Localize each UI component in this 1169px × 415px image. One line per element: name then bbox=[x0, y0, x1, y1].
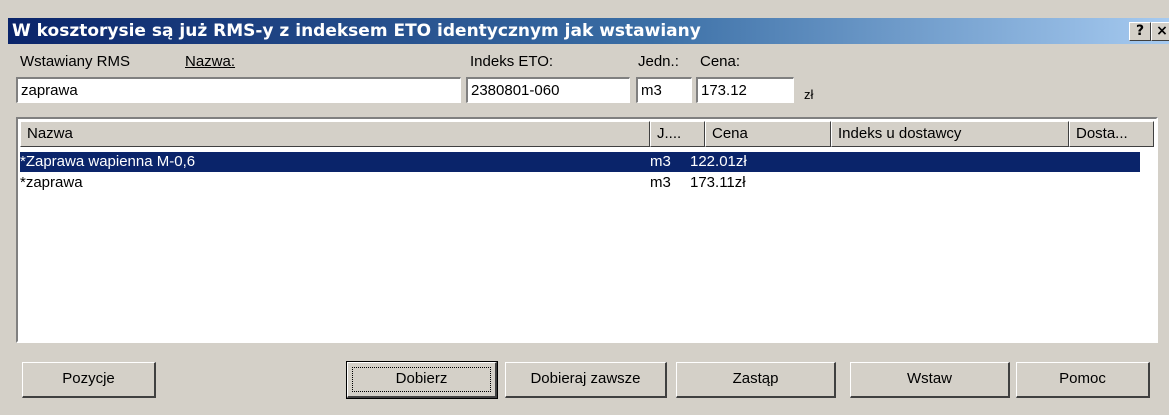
replace-button[interactable]: Zastąp bbox=[676, 362, 836, 398]
positions-button[interactable]: Pozycje bbox=[22, 362, 156, 398]
column-header-name[interactable]: Nazwa bbox=[20, 121, 650, 147]
rms-label: Wstawiany RMS bbox=[20, 53, 131, 70]
matching-rms-list[interactable]: Nazwa J.... Cena Indeks u dostawcy Dosta… bbox=[16, 117, 1158, 343]
list-item[interactable]: *Zaprawa wapienna M-0,6 m3 122.01zł bbox=[19, 151, 1141, 173]
item-price: 173.11zł bbox=[690, 174, 746, 191]
item-name: *zaprawa bbox=[20, 174, 83, 191]
insert-button[interactable]: Wstaw bbox=[850, 362, 1010, 398]
title-bar: W kosztorysie są już RMS-y z indeksem ET… bbox=[8, 18, 1169, 44]
currency-label: zł bbox=[804, 87, 814, 102]
name-label: Nazwa: bbox=[185, 53, 236, 70]
eto-label: Indeks ETO: bbox=[470, 53, 554, 70]
unit-input[interactable]: m3 bbox=[636, 77, 692, 103]
item-unit: m3 bbox=[650, 153, 671, 170]
eto-input[interactable]: 2380801-060 bbox=[466, 77, 630, 103]
choose-button[interactable]: Dobierz bbox=[346, 361, 498, 399]
item-name: *Zaprawa wapienna M-0,6 bbox=[20, 153, 196, 170]
column-header-price[interactable]: Cena bbox=[705, 121, 831, 147]
price-input[interactable]: 173.12 bbox=[696, 77, 794, 103]
close-button[interactable]: × bbox=[1151, 22, 1169, 41]
help-title-button[interactable]: ? bbox=[1129, 22, 1151, 41]
column-header-unit[interactable]: J.... bbox=[650, 121, 705, 147]
window-title: W kosztorysie są już RMS-y z indeksem ET… bbox=[12, 21, 701, 41]
price-label: Cena: bbox=[700, 53, 741, 70]
help-button[interactable]: Pomoc bbox=[1016, 362, 1150, 398]
item-unit: m3 bbox=[650, 174, 671, 191]
column-header-supplier-index[interactable]: Indeks u dostawcy bbox=[831, 121, 1069, 147]
column-header-supplier[interactable]: Dosta... bbox=[1069, 121, 1154, 147]
list-item[interactable]: *zaprawa m3 173.11zł bbox=[20, 173, 1140, 193]
name-input[interactable]: zaprawa bbox=[16, 77, 461, 103]
item-price: 122.01zł bbox=[690, 153, 747, 170]
choose-always-button[interactable]: Dobieraj zawsze bbox=[505, 362, 667, 398]
unit-label: Jedn.: bbox=[638, 53, 679, 70]
